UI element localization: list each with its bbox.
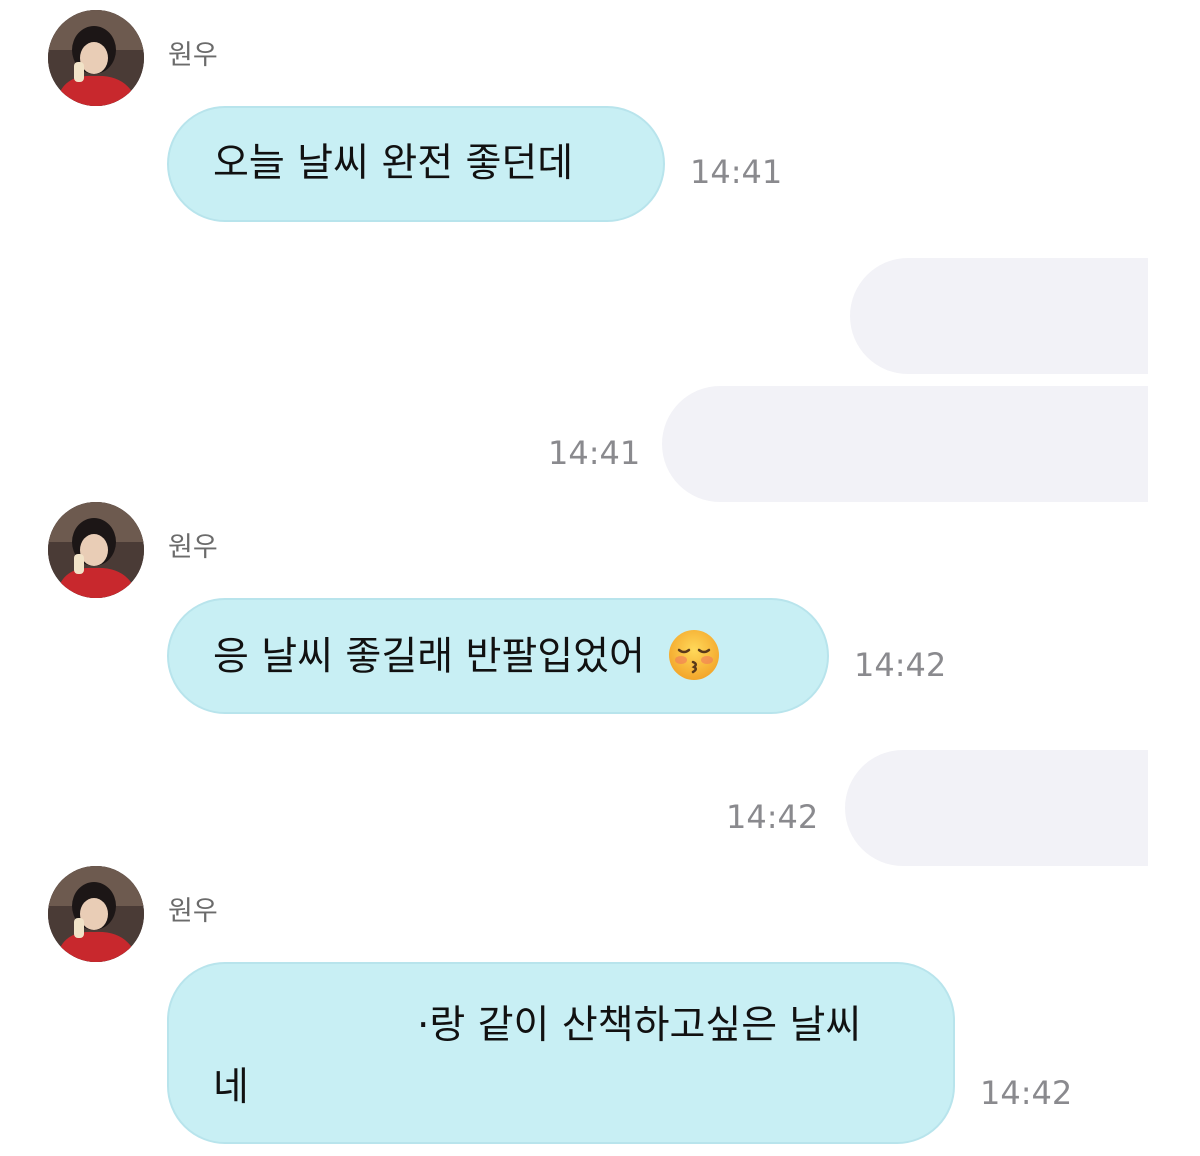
sender-name: 원우	[168, 896, 218, 927]
message-timestamp: 14:41	[690, 153, 783, 191]
message-timestamp: 14:41	[548, 434, 641, 472]
incoming-message-bubble[interactable]: 오늘 날씨 완전 좋던데	[167, 106, 665, 222]
message-text-line: ·랑 같이 산책하고싶은 날씨	[417, 1003, 862, 1048]
avatar[interactable]	[48, 10, 144, 106]
profile-photo-icon	[48, 866, 144, 962]
message-timestamp: 14:42	[854, 646, 947, 684]
sender-name: 원우	[168, 532, 218, 563]
message-text-line: 네	[213, 1065, 249, 1110]
outgoing-message-bubble[interactable]	[850, 258, 1148, 374]
avatar[interactable]	[48, 502, 144, 598]
outgoing-message-bubble[interactable]	[662, 386, 1148, 502]
profile-photo-icon	[48, 10, 144, 106]
avatar[interactable]	[48, 866, 144, 962]
profile-photo-icon	[48, 502, 144, 598]
incoming-message-bubble[interactable]: ·랑 같이 산책하고싶은 날씨 네	[167, 962, 955, 1144]
message-timestamp: 14:42	[980, 1074, 1073, 1112]
message-text: 오늘 날씨 완전 좋던데	[213, 141, 574, 186]
message-timestamp: 14:42	[726, 798, 819, 836]
message-text-content: 응 날씨 좋길래 반팔입었어	[213, 634, 645, 680]
kissing-face-with-closed-eyes-icon	[669, 630, 720, 680]
message-text: 응 날씨 좋길래 반팔입었어	[213, 630, 721, 682]
outgoing-message-bubble[interactable]	[845, 750, 1148, 866]
sender-name: 원우	[168, 40, 218, 71]
incoming-message-bubble[interactable]: 응 날씨 좋길래 반팔입었어	[167, 598, 829, 714]
